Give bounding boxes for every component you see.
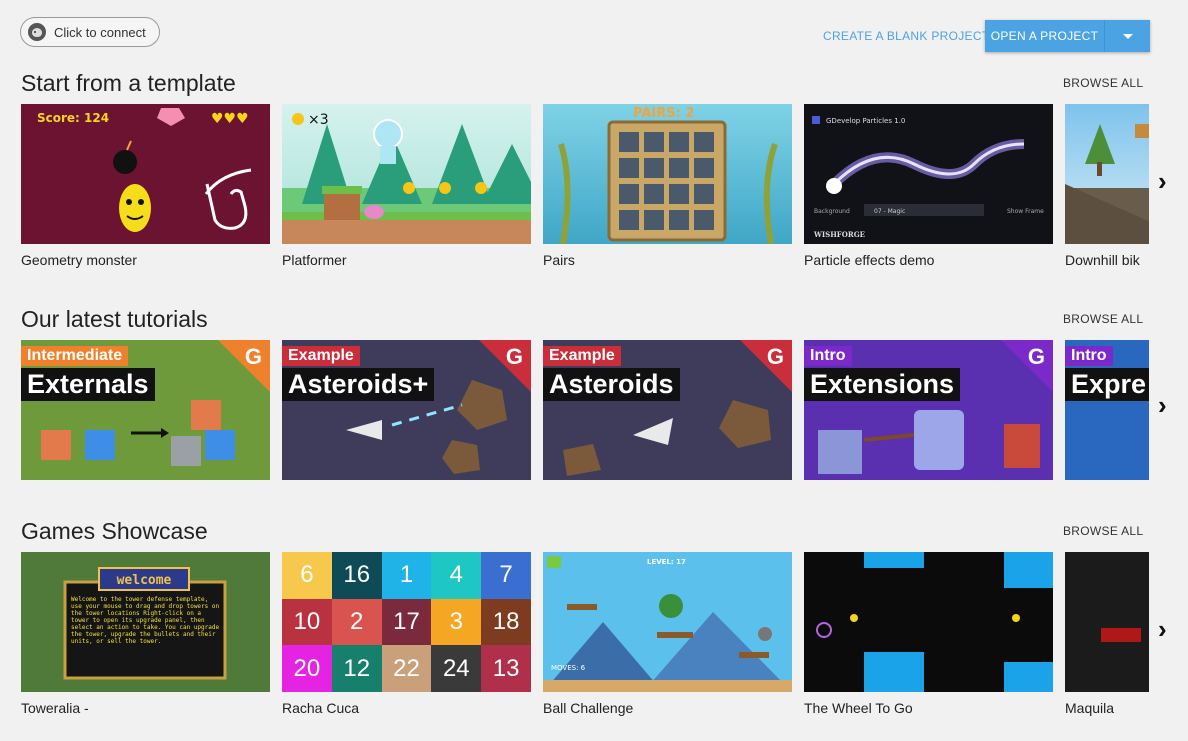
platformer-thumbnail: ×3 bbox=[282, 112, 531, 244]
racha-cell: 12 bbox=[331, 645, 382, 692]
avatar-icon bbox=[28, 23, 46, 41]
maquila-thumbnail bbox=[1101, 628, 1141, 642]
racha-cell: 6 bbox=[282, 552, 332, 599]
downhill-thumbnail bbox=[1065, 124, 1149, 244]
templates-title: Start from a template bbox=[21, 70, 236, 96]
tutorial-tag: Intro bbox=[1065, 346, 1113, 366]
tower-text: Welcome to the tower defense template, u… bbox=[71, 596, 220, 645]
racha-cell: 16 bbox=[331, 552, 382, 599]
racha-cell: 17 bbox=[381, 598, 432, 646]
racha-cell: 3 bbox=[431, 598, 482, 646]
tutorial-card-expressions[interactable]: Intro Expre bbox=[1065, 340, 1149, 480]
ball-level: LEVEL: 17 bbox=[647, 558, 686, 566]
ball-moves: MOVES: 6 bbox=[551, 664, 586, 672]
geo-score: Score: 124 bbox=[37, 111, 109, 125]
templates-next-arrow[interactable]: › bbox=[1158, 166, 1167, 197]
tutorial-card-extensions[interactable]: G Intro Extensions bbox=[804, 340, 1053, 480]
template-card-downhill-bike[interactable] bbox=[1065, 104, 1149, 244]
showcase-card-toweralia[interactable]: welcome Welcome to the tower defense tem… bbox=[21, 552, 270, 692]
template-card-pairs[interactable]: PAIRS: 2 bbox=[543, 104, 792, 244]
open-project-dropdown[interactable] bbox=[1105, 20, 1150, 52]
racha-cell: 13 bbox=[481, 645, 531, 692]
tutorial-title: Asteroids+ bbox=[282, 368, 435, 401]
tutorial-tag: Example bbox=[282, 346, 360, 366]
showcase-label: Toweralia - bbox=[21, 700, 89, 716]
racha-cell: 22 bbox=[381, 645, 432, 692]
showcase-card-maquila[interactable] bbox=[1065, 552, 1149, 692]
tutorial-title: Asteroids bbox=[543, 368, 680, 401]
wheel-to-go-thumbnail bbox=[816, 552, 1053, 692]
templates-browse-all[interactable]: BROWSE ALL bbox=[1063, 76, 1143, 90]
particles-show-frame: Show Frame bbox=[1007, 208, 1044, 215]
tower-title: welcome bbox=[117, 573, 172, 588]
tutorial-tag: Intro bbox=[804, 346, 852, 366]
templates-row: Score: 124 ♥♥♥ ×3 PAIRS: 2 GDevelop Part… bbox=[21, 104, 1149, 244]
racha-cell: 4 bbox=[431, 552, 482, 599]
tutorials-next-arrow[interactable]: › bbox=[1158, 390, 1167, 421]
tutorials-title: Our latest tutorials bbox=[21, 306, 208, 332]
particles-thumbnail: GDevelop Particles 1.0 Background 07 - M… bbox=[812, 116, 1044, 239]
tutorials-row: G Intermediate Externals G Example Aster… bbox=[21, 340, 1149, 480]
showcase-label: The Wheel To Go bbox=[804, 700, 913, 716]
tutorial-card-asteroids[interactable]: G Example Asteroids bbox=[543, 340, 792, 480]
showcase-label: Maquila bbox=[1065, 700, 1115, 716]
connect-button[interactable]: Click to connect bbox=[20, 17, 160, 47]
template-label: Pairs bbox=[543, 252, 575, 268]
externals-art bbox=[41, 400, 235, 466]
template-label: Downhill bik bbox=[1065, 252, 1140, 268]
showcase-card-wheel-to-go[interactable] bbox=[804, 552, 1053, 692]
template-label: Geometry monster bbox=[21, 252, 137, 268]
tutorial-card-externals[interactable]: G Intermediate Externals bbox=[21, 340, 270, 480]
showcase-card-racha-cuca[interactable]: 6 16 1 4 7 10 2 17 3 18 20 12 22 24 13 bbox=[282, 552, 531, 692]
showcase-next-arrow[interactable]: › bbox=[1158, 614, 1167, 645]
particles-bg-label: Background bbox=[814, 208, 850, 215]
racha-cell: 1 bbox=[381, 552, 432, 599]
caret-down-icon bbox=[1122, 33, 1133, 39]
showcase-browse-all[interactable]: BROWSE ALL bbox=[1063, 524, 1143, 538]
connect-label: Click to connect bbox=[54, 24, 146, 40]
svg-text:♥♥♥: ♥♥♥ bbox=[211, 111, 249, 127]
showcase-label: Ball Challenge bbox=[543, 700, 634, 716]
create-blank-project-link[interactable]: CREATE A BLANK PROJECT bbox=[823, 29, 989, 43]
pairs-label: PAIRS: 2 bbox=[633, 106, 694, 121]
tutorials-browse-all[interactable]: BROWSE ALL bbox=[1063, 312, 1143, 326]
racha-cell: 2 bbox=[331, 598, 382, 646]
tutorial-tag: Example bbox=[543, 346, 621, 366]
geometry-monster-thumbnail: Score: 124 ♥♥♥ bbox=[37, 108, 252, 232]
racha-grid: 6 16 1 4 7 10 2 17 3 18 20 12 22 24 13 bbox=[282, 552, 531, 692]
toweralia-thumbnail: welcome Welcome to the tower defense tem… bbox=[21, 552, 270, 692]
template-card-platformer[interactable]: ×3 bbox=[282, 104, 531, 244]
open-project-button[interactable]: OPEN A PROJECT bbox=[985, 20, 1105, 52]
showcase-title: Games Showcase bbox=[21, 518, 208, 544]
plat-coins: ×3 bbox=[308, 112, 329, 128]
particles-title: GDevelop Particles 1.0 bbox=[826, 117, 905, 125]
racha-cell: 24 bbox=[431, 645, 482, 692]
template-label: Particle effects demo bbox=[804, 252, 935, 268]
showcase-label: Racha Cuca bbox=[282, 700, 360, 716]
template-label: Platformer bbox=[282, 252, 347, 268]
racha-cell: 7 bbox=[481, 552, 531, 599]
showcase-card-ball-challenge[interactable]: LEVEL: 17 MOVES: 6 bbox=[543, 552, 792, 692]
racha-cell: 20 bbox=[282, 645, 332, 692]
template-card-particle-effects[interactable]: GDevelop Particles 1.0 Background 07 - M… bbox=[804, 104, 1053, 244]
racha-cell: 18 bbox=[481, 598, 531, 646]
template-card-geometry-monster[interactable]: Score: 124 ♥♥♥ bbox=[21, 104, 270, 244]
showcase-row: welcome Welcome to the tower defense tem… bbox=[21, 552, 1149, 692]
ball-challenge-thumbnail: LEVEL: 17 MOVES: 6 bbox=[543, 556, 792, 692]
tutorial-title: Expre bbox=[1065, 368, 1149, 401]
particles-effect: 07 - Magic bbox=[874, 208, 905, 215]
particles-brand: WISHFORGE bbox=[813, 230, 865, 239]
pairs-thumbnail: PAIRS: 2 bbox=[558, 106, 778, 244]
racha-cell: 10 bbox=[282, 598, 332, 646]
tutorial-card-asteroids-plus[interactable]: G Example Asteroids+ bbox=[282, 340, 531, 480]
open-project-button-group: OPEN A PROJECT bbox=[985, 20, 1150, 52]
tutorial-title: Extensions bbox=[804, 368, 961, 401]
